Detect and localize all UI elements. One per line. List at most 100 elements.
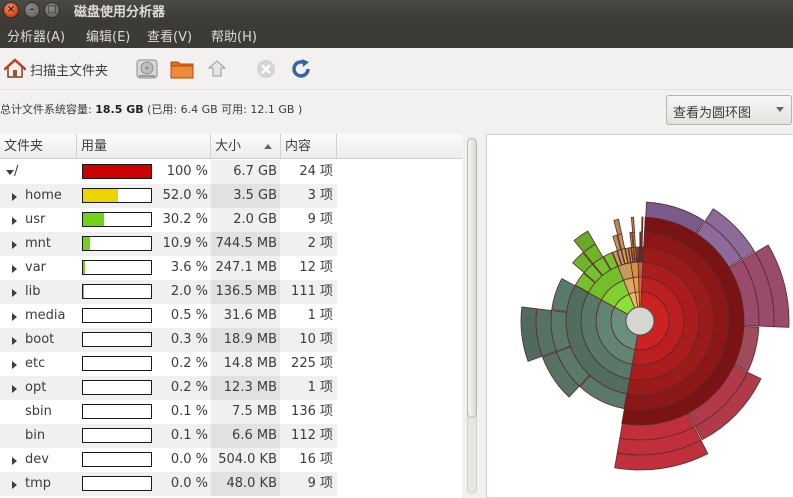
column-header-contents[interactable]: 内容: [281, 134, 337, 159]
folder-name: sbin: [25, 404, 52, 419]
ring-subsegment-lib[interactable]: [630, 216, 635, 233]
expander-closed-icon[interactable]: [12, 481, 17, 489]
table-row[interactable]: opt 0.2 % 12.3 MB 1 项: [0, 376, 337, 400]
ring-subsegment-other[interactable]: [639, 231, 642, 248]
ring-subsegment-other[interactable]: [640, 246, 643, 263]
usage-percent: 0.1 %: [170, 428, 208, 443]
folder-table: 文件夹 用量 大小 内容 / 100 % 6.7 GB 24 项 home 52.0 % 3…: [0, 134, 462, 498]
folder-name: bin: [25, 428, 46, 443]
expander-closed-icon[interactable]: [12, 193, 17, 201]
table-row[interactable]: etc 0.2 % 14.8 MB 225 项: [0, 352, 337, 376]
scan-folder-button[interactable]: [169, 56, 195, 82]
ring-segment-other[interactable]: [638, 276, 643, 293]
column-header-usage[interactable]: 用量: [77, 134, 211, 159]
table-row[interactable]: bin 0.1 % 6.6 MB 112 项: [0, 424, 337, 448]
table-row[interactable]: usr 30.2 % 2.0 GB 9 项: [0, 208, 337, 232]
expander-closed-icon[interactable]: [12, 241, 17, 249]
scrollbar-thumb[interactable]: [467, 138, 477, 418]
table-row[interactable]: / 100 % 6.7 GB 24 项: [0, 160, 337, 184]
item-count: 2 项: [307, 236, 333, 251]
table-row[interactable]: media 0.5 % 31.6 MB 1 项: [0, 304, 337, 328]
close-window-button[interactable]: ×: [3, 2, 19, 18]
usage-bar-fill: [83, 213, 104, 226]
expander-open-icon[interactable]: [6, 170, 14, 175]
usage-bar-fill: [83, 237, 90, 250]
scan-home-button[interactable]: 扫描主文件夹: [4, 56, 108, 82]
menu-analyzer[interactable]: 分析器(A): [7, 26, 65, 45]
column-header-folder[interactable]: 文件夹: [0, 134, 77, 159]
table-row[interactable]: boot 0.3 % 18.9 MB 10 项: [0, 328, 337, 352]
folder-icon: [170, 61, 194, 79]
expander-closed-icon[interactable]: [12, 361, 17, 369]
column-header-size[interactable]: 大小: [211, 134, 281, 159]
table-row[interactable]: mnt 10.9 % 744.5 MB 2 项: [0, 232, 337, 256]
usage-percent: 0.3 %: [170, 332, 208, 347]
size-header-label: 大小: [215, 139, 242, 154]
ring-chart-pane: [486, 134, 793, 498]
usage-percent: 2.0 %: [170, 284, 208, 299]
minimize-icon: –: [29, 4, 35, 15]
expander-closed-icon[interactable]: [12, 313, 17, 321]
table-row[interactable]: var 3.6 % 247.1 MB 12 项: [0, 256, 337, 280]
refresh-button[interactable]: [289, 56, 313, 82]
usage-bar: [82, 236, 152, 251]
ring-segment-other[interactable]: [638, 291, 642, 308]
home-icon: [4, 58, 26, 78]
folder-size: 2.0 GB: [233, 212, 277, 227]
table-row[interactable]: sbin 0.1 % 7.5 MB 136 项: [0, 400, 337, 424]
refresh-icon: [292, 59, 310, 78]
folder-name: etc: [25, 356, 46, 371]
expander-closed-icon[interactable]: [12, 337, 17, 345]
filesystem-capacity: 总计文件系统容量: 18.5 GB (已用: 6.4 GB 可用: 12.1 G…: [0, 101, 302, 117]
usage-percent: 0.0 %: [170, 476, 208, 491]
table-row[interactable]: tmp 0.0 % 48.0 KB 9 项: [0, 472, 337, 496]
usage-bar: [82, 212, 152, 227]
minimize-window-button[interactable]: –: [24, 2, 40, 18]
item-count: 16 项: [299, 452, 333, 467]
usage-percent: 0.5 %: [170, 308, 208, 323]
table-row[interactable]: dev 0.0 % 504.0 KB 16 项: [0, 448, 337, 472]
ring-subsegment-var[interactable]: [613, 218, 623, 236]
table-row[interactable]: lib 2.0 % 136.5 MB 111 项: [0, 280, 337, 304]
ring-chart[interactable]: [487, 135, 793, 498]
menu-edit[interactable]: 编辑(E): [86, 26, 130, 45]
table-row[interactable]: home 52.0 % 3.5 GB 3 项: [0, 184, 337, 208]
close-icon: ×: [6, 4, 16, 15]
window-title: 磁盘使用分析器: [74, 5, 166, 20]
scan-home-label: 扫描主文件夹: [30, 63, 109, 79]
usage-percent: 0.2 %: [170, 356, 208, 371]
scan-filesystem-button[interactable]: [135, 56, 159, 82]
view-mode-selector[interactable]: 查看为圆环图: [666, 95, 792, 125]
ring-segment-other[interactable]: [637, 261, 644, 278]
item-count: 9 项: [307, 476, 333, 491]
stop-button[interactable]: [255, 56, 277, 82]
scan-remote-folder-button[interactable]: [205, 56, 229, 82]
usage-percent: 30.2 %: [162, 212, 208, 227]
ring-subsegment-other[interactable]: [641, 216, 644, 233]
sort-ascending-icon: [264, 144, 272, 149]
usage-percent: 0.0 %: [170, 452, 208, 467]
usage-bar: [82, 260, 152, 275]
table-scrollbar[interactable]: [462, 134, 482, 498]
stop-icon: [257, 60, 275, 78]
folder-name: mnt: [25, 236, 51, 251]
usage-bar: [82, 380, 152, 395]
expander-closed-icon[interactable]: [12, 385, 17, 393]
capacity-free-label: 可用:: [221, 103, 247, 116]
usage-bar: [82, 452, 152, 467]
maximize-window-button[interactable]: □: [44, 2, 60, 18]
ring-subsegment-other[interactable]: [640, 231, 643, 248]
expander-closed-icon[interactable]: [12, 457, 17, 465]
expander-closed-icon[interactable]: [12, 217, 17, 225]
usage-bar: [82, 404, 152, 419]
expander-closed-icon[interactable]: [12, 265, 17, 273]
usage-bar: [82, 308, 152, 323]
ring-subsegment-other[interactable]: [637, 246, 640, 263]
ring-center-root[interactable]: [625, 306, 655, 336]
menu-help[interactable]: 帮助(H): [211, 26, 257, 45]
folder-name: lib: [25, 284, 41, 299]
usage-bar: [82, 332, 152, 347]
menu-view[interactable]: 查看(V): [147, 26, 192, 45]
expander-closed-icon[interactable]: [12, 289, 17, 297]
ring-subsegment-other[interactable]: [639, 246, 642, 263]
